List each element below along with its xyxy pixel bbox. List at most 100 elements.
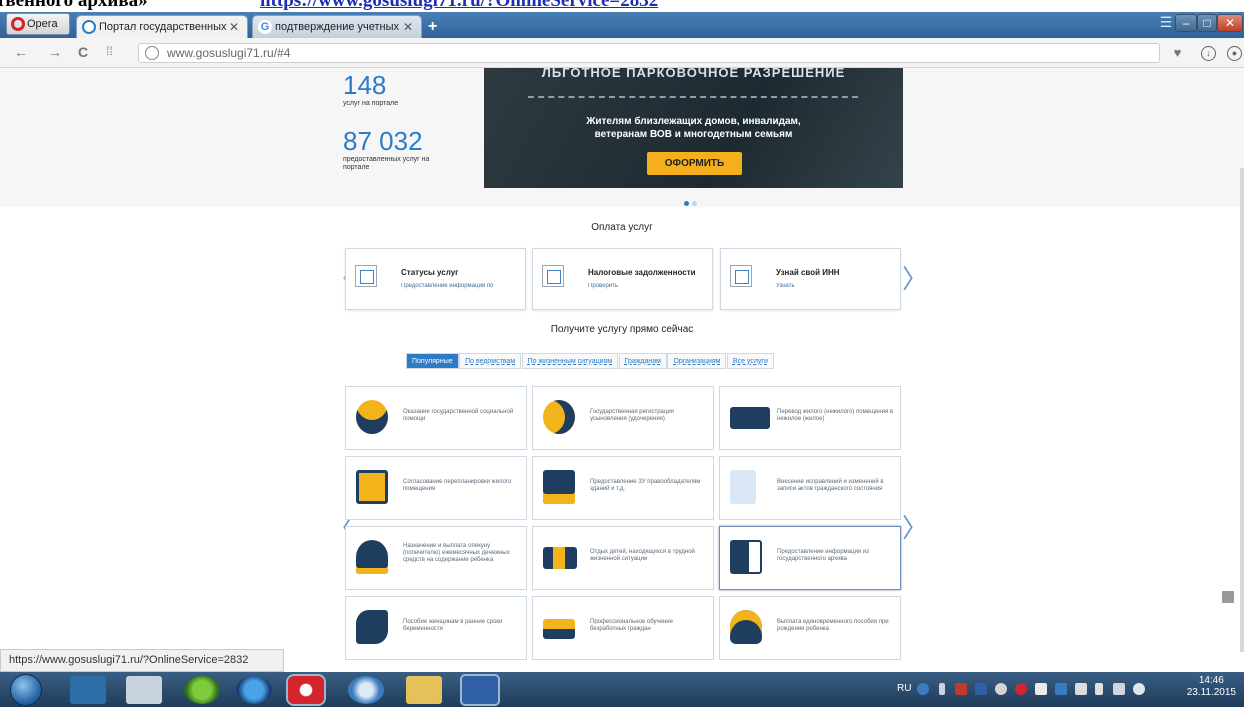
service-card[interactable]: Перевод жилого (нежилого) помещения в не… — [719, 386, 901, 450]
tab-organizations[interactable]: Организациям — [667, 353, 727, 369]
clock[interactable]: 14:46 23.11.2015 — [1187, 675, 1236, 699]
service-card[interactable]: Выплата единовременного пособия при рожд… — [719, 596, 901, 660]
tab-google[interactable]: G подтверждение учетных ✕ — [252, 15, 422, 38]
device-icon[interactable] — [1075, 683, 1087, 695]
carousel-dot[interactable] — [692, 201, 697, 206]
service-card[interactable]: Предоставление ЗУ правообладателям здани… — [532, 456, 714, 520]
app-icon[interactable] — [975, 683, 987, 695]
tab-by-department[interactable]: По ведомствам — [459, 353, 522, 369]
url-input[interactable]: www.gosuslugi71.ru/#4 — [138, 43, 1160, 63]
network-icon[interactable] — [1113, 683, 1125, 695]
service-card[interactable]: Государственная регистрация усыновления … — [532, 386, 714, 450]
stat-value: 148 — [343, 70, 387, 100]
system-tray: RU 14:46 23.11.2015 — [893, 672, 1244, 707]
minimize-button[interactable]: – — [1175, 14, 1197, 32]
service-label: Согласование перепланировки жилого помещ… — [403, 479, 512, 492]
service-card[interactable]: Согласование перепланировки жилого помещ… — [345, 456, 527, 520]
document-fragment: твенного архива» https://www.gosuslugi71… — [0, 0, 1244, 12]
calculator-icon[interactable] — [126, 676, 162, 704]
service-card-selected[interactable]: Предоставление информации из государстве… — [719, 526, 901, 590]
floor-plan-icon — [356, 470, 388, 504]
forward-icon[interactable]: → — [48, 44, 62, 60]
chevron-right-icon[interactable]: 〉 — [902, 508, 928, 545]
inn-doc-icon — [730, 265, 752, 287]
keyboard-icon[interactable] — [1055, 683, 1067, 695]
start-button[interactable] — [10, 674, 42, 706]
document-link[interactable]: https://www.gosuslugi71.ru/?OnlineServic… — [260, 0, 658, 12]
opera-menu-button[interactable]: Opera — [6, 13, 70, 35]
service-label: Пособие женщинам в ранние сроки беременн… — [403, 619, 503, 632]
clock-time: 14:46 — [1198, 675, 1224, 686]
menu-lines-icon[interactable]: ☰ — [1158, 14, 1174, 32]
pdf-icon[interactable] — [955, 683, 967, 695]
reload-icon[interactable]: C — [78, 44, 88, 60]
language-indicator[interactable]: RU — [897, 683, 911, 694]
service-card[interactable]: Профессиональное обучение безработных гр… — [532, 596, 714, 660]
folder-icon[interactable] — [406, 676, 442, 704]
carousel-dot-active[interactable] — [684, 201, 689, 206]
speed-dial-icon[interactable]: ⁞⁞ — [106, 44, 113, 58]
clock-date: 23.11.2015 — [1186, 687, 1236, 698]
status-doc-icon — [355, 265, 377, 287]
word-icon[interactable] — [462, 676, 498, 704]
url-text: www.gosuslugi71.ru/#4 — [167, 46, 291, 60]
service-label: Профессиональное обучение безработных гр… — [590, 619, 673, 632]
card-title: Налоговые задолженности — [588, 268, 696, 277]
close-tab-icon[interactable]: ✕ — [229, 16, 239, 38]
pregnancy-icon — [356, 610, 388, 644]
payment-title: Оплата услуг — [591, 222, 653, 233]
volume-icon[interactable] — [1133, 683, 1145, 695]
media-player-icon[interactable] — [70, 676, 106, 704]
service-card[interactable]: Внесение исправлений и изменений в запис… — [719, 456, 901, 520]
payment-card-tax[interactable]: Налоговые задолженности Проверить — [532, 248, 713, 310]
pen-icon[interactable] — [939, 683, 945, 695]
scroll-to-top-button[interactable] — [1222, 591, 1234, 603]
close-window-button[interactable]: ✕ — [1217, 14, 1243, 32]
chevron-right-icon[interactable]: 〉 — [902, 259, 928, 296]
page-scrollbar[interactable] — [1240, 168, 1244, 652]
document-text: твенного архива» — [0, 0, 148, 11]
internet-explorer-icon[interactable] — [236, 676, 272, 704]
hands-heart-icon — [356, 400, 388, 434]
help-icon[interactable] — [917, 683, 929, 695]
service-card[interactable]: Назначение и выплата опекуну (попечителю… — [345, 526, 527, 590]
mail-agent-icon[interactable] — [184, 676, 220, 704]
account-icon[interactable]: ● — [1227, 46, 1242, 61]
back-icon[interactable]: ← — [14, 44, 28, 60]
service-card[interactable]: Отдых детей, находящихся в трудной жизне… — [532, 526, 714, 590]
house-land-icon — [543, 470, 575, 504]
payment-card-statuses[interactable]: Статусы услуг Предоставление информации … — [345, 248, 526, 310]
stat-provided: 87 032 предоставленных услуг на портале — [343, 128, 453, 172]
close-tab-icon[interactable]: ✕ — [403, 16, 413, 38]
service-card[interactable]: Оказание государственной социальной помо… — [345, 386, 527, 450]
stat-services: 148 услуг на портале — [343, 72, 463, 108]
download-icon[interactable]: ↓ — [1201, 46, 1216, 61]
promo-banner[interactable]: ЛЬГОТНОЕ ПАРКОВОЧНОЕ РАЗРЕШЕНИЕ Жителям … — [484, 68, 903, 188]
service-card[interactable]: Пособие женщинам в ранние сроки беременн… — [345, 596, 527, 660]
speaker-small-icon[interactable] — [995, 683, 1007, 695]
printer-icon[interactable] — [1035, 683, 1047, 695]
opera-menu-label: Opera — [27, 18, 58, 30]
site-info-icon[interactable] — [145, 46, 159, 60]
opera-task-icon[interactable] — [288, 676, 324, 704]
tab-popular[interactable]: Популярные — [406, 353, 459, 369]
card-subtitle: Предоставление информации по — [401, 283, 494, 289]
card-title: Статусы услуг — [401, 268, 459, 277]
opera-tray-icon[interactable] — [1015, 683, 1027, 695]
tab-by-life-situation[interactable]: По жизненным ситуациям — [521, 353, 619, 369]
new-tab-icon[interactable]: + — [428, 18, 437, 36]
heart-icon[interactable]: ♥ — [1170, 46, 1185, 61]
payment-card-inn[interactable]: Узнай свой ИНН Узнать — [720, 248, 901, 310]
tab-all-services[interactable]: Все услуги — [726, 353, 774, 369]
payment-cards: Статусы услуг Предоставление информации … — [345, 248, 901, 310]
flag-icon[interactable] — [1095, 683, 1103, 695]
gosuslugi-favicon-icon — [82, 20, 96, 34]
maximize-button[interactable]: □ — [1197, 14, 1217, 32]
banner-apply-button[interactable]: ОФОРМИТЬ — [647, 152, 742, 175]
service-label: Государственная регистрация усыновления … — [590, 409, 674, 422]
tab-gosuslugi[interactable]: Портал государственных ✕ — [76, 15, 248, 38]
stat-caption: предоставленных услуг на портале — [343, 156, 430, 171]
tab-citizens[interactable]: Гражданам — [618, 353, 667, 369]
tax-doc-icon — [542, 265, 564, 287]
audio-icon[interactable] — [348, 676, 384, 704]
